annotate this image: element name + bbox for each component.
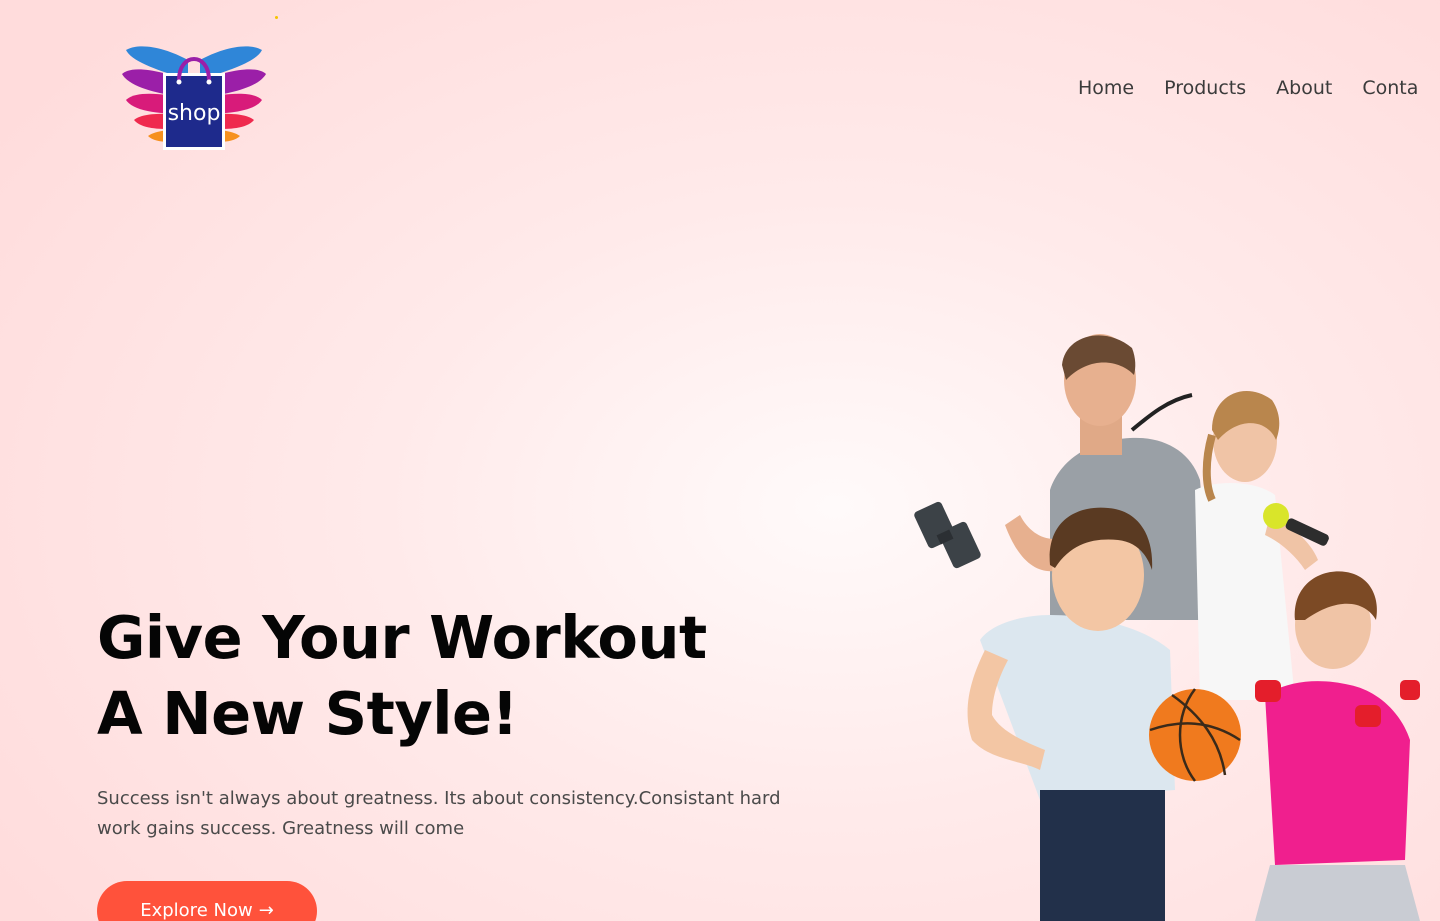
main-nav: Home Products About Conta bbox=[1078, 75, 1440, 101]
basketball-icon bbox=[1149, 688, 1241, 782]
svg-text:shop: shop bbox=[168, 101, 221, 126]
hero-title-line-2: A New Style! bbox=[97, 679, 518, 748]
explore-now-button[interactable]: Explore Now → bbox=[97, 881, 317, 921]
nav-link-products[interactable]: Products bbox=[1164, 75, 1246, 101]
dumbbell-icon bbox=[914, 501, 981, 569]
sparkle-dot bbox=[275, 16, 278, 19]
explore-now-label: Explore Now bbox=[140, 900, 253, 921]
arrow-right-icon: → bbox=[258, 900, 274, 921]
hero-family-image bbox=[914, 334, 1420, 921]
nav-link-about[interactable]: About bbox=[1276, 75, 1332, 101]
hero-title: Give Your Workout A New Style! bbox=[97, 600, 707, 752]
nav-link-home[interactable]: Home bbox=[1078, 75, 1134, 101]
hero-title-line-1: Give Your Workout bbox=[97, 603, 707, 672]
nav-link-contact[interactable]: Conta bbox=[1362, 75, 1418, 101]
shop-logo[interactable]: shop bbox=[118, 40, 270, 155]
hero-description: Success isn't always about greatness. It… bbox=[97, 788, 781, 839]
